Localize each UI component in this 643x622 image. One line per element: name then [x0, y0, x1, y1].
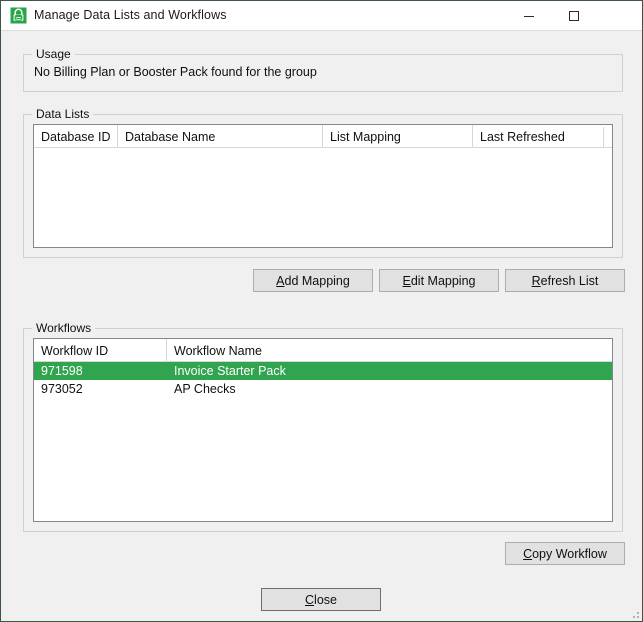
workflows-group: Workflows Workflow ID Workflow Name 9715…	[23, 321, 623, 532]
workflow-id-cell: 971598	[41, 364, 83, 378]
usage-group: Usage No Billing Plan or Booster Pack fo…	[23, 47, 623, 92]
workflows-header-row: Workflow ID Workflow Name	[34, 339, 612, 362]
add-mapping-button[interactable]: Add Mapping	[253, 269, 373, 292]
workflows-group-label: Workflows	[32, 321, 96, 335]
copy-workflow-button[interactable]: Copy Workflow	[505, 542, 625, 565]
maximize-icon[interactable]	[551, 1, 596, 30]
add-mapping-mnemonic: A	[276, 273, 285, 288]
table-row[interactable]: 973052 AP Checks	[34, 380, 612, 398]
column-header-workflow-id[interactable]: Workflow ID	[34, 339, 167, 362]
column-header-database-id[interactable]: Database ID	[34, 125, 118, 148]
workflows-body: 971598 Invoice Starter Pack 973052 AP Check…	[34, 362, 612, 398]
data-lists-group-label: Data Lists	[32, 107, 94, 121]
workflow-name-cell: Invoice Starter Pack	[174, 364, 286, 378]
column-header-workflow-name[interactable]: Workflow Name	[167, 339, 612, 362]
usage-group-label: Usage	[32, 47, 75, 61]
column-resize-handle[interactable]	[603, 127, 604, 148]
refresh-list-button[interactable]: Refresh List	[505, 269, 625, 292]
minimize-icon[interactable]	[506, 1, 551, 30]
workflow-id-cell: 973052	[41, 382, 83, 396]
data-lists-group: Data Lists Database ID Database Name Lis…	[23, 107, 623, 258]
add-mapping-label: Add Mapping	[276, 274, 350, 288]
data-lists-header-row: Database ID Database Name List Mapping L…	[34, 125, 612, 148]
resize-grip[interactable]	[628, 607, 639, 618]
column-header-last-refreshed[interactable]: Last Refreshed	[473, 125, 612, 148]
refresh-list-text: efresh List	[540, 273, 599, 288]
data-lists-table[interactable]: Database ID Database Name List Mapping L…	[33, 124, 613, 248]
title-bar[interactable]: Manage Data Lists and Workflows	[1, 1, 642, 605]
workflows-table[interactable]: Workflow ID Workflow Name 971598 Invoice …	[33, 338, 613, 522]
close-button-label: Close	[305, 593, 337, 607]
refresh-list-mnemonic: R	[531, 273, 541, 288]
table-row[interactable]: 971598 Invoice Starter Pack	[34, 362, 612, 380]
dialog-window: Manage Data Lists and Workflows Usage No…	[0, 0, 643, 622]
close-button[interactable]: Close	[261, 588, 381, 611]
window-title: Manage Data Lists and Workflows	[34, 8, 227, 22]
close-button-text: lose	[314, 592, 337, 607]
database-lock-icon	[10, 7, 27, 24]
edit-mapping-mnemonic: E	[402, 273, 411, 288]
edit-mapping-text: dit Mapping	[410, 273, 476, 288]
workflow-name-cell: AP Checks	[174, 382, 236, 396]
edit-mapping-label: Edit Mapping	[403, 274, 476, 288]
close-button-mnemonic: C	[305, 592, 315, 607]
column-header-list-mapping[interactable]: List Mapping	[323, 125, 473, 148]
column-header-database-name[interactable]: Database Name	[118, 125, 323, 148]
copy-workflow-mnemonic: C	[523, 546, 533, 561]
copy-workflow-label: Copy Workflow	[523, 547, 607, 561]
usage-message: No Billing Plan or Booster Pack found fo…	[34, 65, 317, 79]
copy-workflow-text: opy Workflow	[532, 546, 607, 561]
edit-mapping-button[interactable]: Edit Mapping	[379, 269, 499, 292]
refresh-list-label: Refresh List	[532, 274, 599, 288]
add-mapping-text: dd Mapping	[284, 273, 350, 288]
